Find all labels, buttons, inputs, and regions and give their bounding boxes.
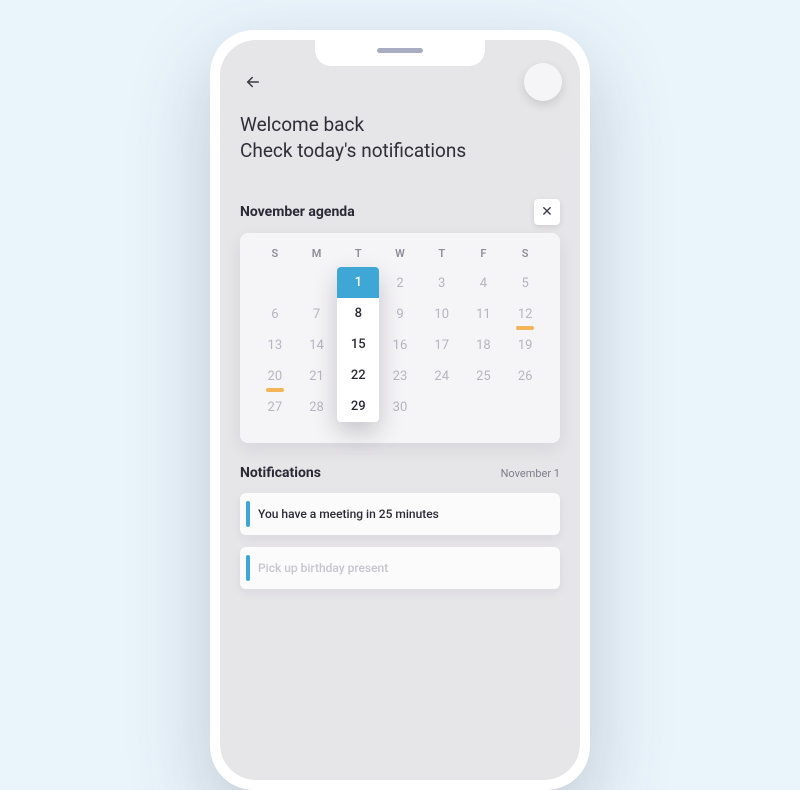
calendar-dow: S [504,247,546,270]
calendar-day[interactable]: 24 [421,363,463,394]
calendar-day[interactable]: 28 [296,394,338,425]
tuesday-popup-day[interactable]: 22 [337,360,379,391]
tuesday-popup: 18152229 [337,267,379,422]
phone-screen: Welcome back Check today's notifications… [220,40,580,780]
tuesday-popup-day[interactable]: 1 [337,267,379,298]
calendar-day[interactable]: 7 [296,301,338,332]
calendar-weeks: 1234567891011121314151617181920212223242… [254,270,546,425]
calendar-day[interactable]: 25 [463,363,505,394]
calendar-week-row: 13141516171819 [254,332,546,363]
notifications-header: Notifications November 1 [240,465,560,481]
phone-frame: Welcome back Check today's notifications… [210,30,590,790]
calendar-dow: F [463,247,505,270]
calendar-day[interactable]: 3 [421,270,463,301]
calendar-day[interactable]: 30 [379,394,421,425]
calendar-week-row: 6789101112 [254,301,546,332]
calendar-day[interactable]: 10 [421,301,463,332]
calendar-day[interactable]: 19 [504,332,546,363]
calendar-day[interactable]: 14 [296,332,338,363]
welcome-line-1: Welcome back [240,112,560,138]
calendar-day[interactable]: 26 [504,363,546,394]
calendar-week-row: 12345 [254,270,546,301]
welcome-line-2: Check today's notifications [240,138,560,164]
calendar-day[interactable]: 11 [463,301,505,332]
notification-item[interactable]: Pick up birthday present [240,547,560,589]
calendar-dow-row: SMTWTFS [254,247,546,270]
calendar-dow: M [296,247,338,270]
calendar-day[interactable]: 17 [421,332,463,363]
calendar-day[interactable]: 5 [504,270,546,301]
tuesday-popup-day[interactable]: 8 [337,298,379,329]
calendar-day[interactable]: 21 [296,363,338,394]
close-agenda-button[interactable]: ✕ [534,199,560,225]
arrow-left-icon [244,73,262,91]
calendar-week-row: 20212223242526 [254,363,546,394]
avatar[interactable] [524,63,562,101]
calendar-day[interactable]: 18 [463,332,505,363]
notifications-list: You have a meeting in 25 minutes Pick up … [240,493,560,589]
tuesday-popup-day[interactable]: 29 [337,391,379,422]
calendar-dow: S [254,247,296,270]
calendar-day[interactable]: 13 [254,332,296,363]
content-area: Welcome back Check today's notifications… [240,112,560,780]
calendar-card: SMTWTFS 12345678910111213141516171819202… [240,233,560,443]
tuesday-popup-day[interactable]: 15 [337,329,379,360]
calendar-week-row: 27282930 [254,394,546,425]
calendar-day[interactable]: 27 [254,394,296,425]
calendar-day[interactable]: 9 [379,301,421,332]
top-bar [238,62,562,102]
agenda-title: November agenda [240,204,355,220]
agenda-header: November agenda ✕ [240,199,560,225]
notification-item[interactable]: You have a meeting in 25 minutes [240,493,560,535]
calendar-dow: T [421,247,463,270]
close-icon: ✕ [541,204,553,220]
back-button[interactable] [238,67,268,97]
notifications-date: November 1 [501,467,560,480]
calendar-day[interactable]: 23 [379,363,421,394]
calendar-day[interactable]: 20 [254,363,296,394]
welcome-block: Welcome back Check today's notifications [240,112,560,163]
calendar-day[interactable]: 16 [379,332,421,363]
calendar-day[interactable]: 4 [463,270,505,301]
phone-speaker [377,48,423,53]
calendar-dow: W [379,247,421,270]
calendar-day[interactable]: 6 [254,301,296,332]
calendar-day[interactable]: 2 [379,270,421,301]
calendar-day[interactable]: 12 [504,301,546,332]
notifications-title: Notifications [240,465,321,481]
